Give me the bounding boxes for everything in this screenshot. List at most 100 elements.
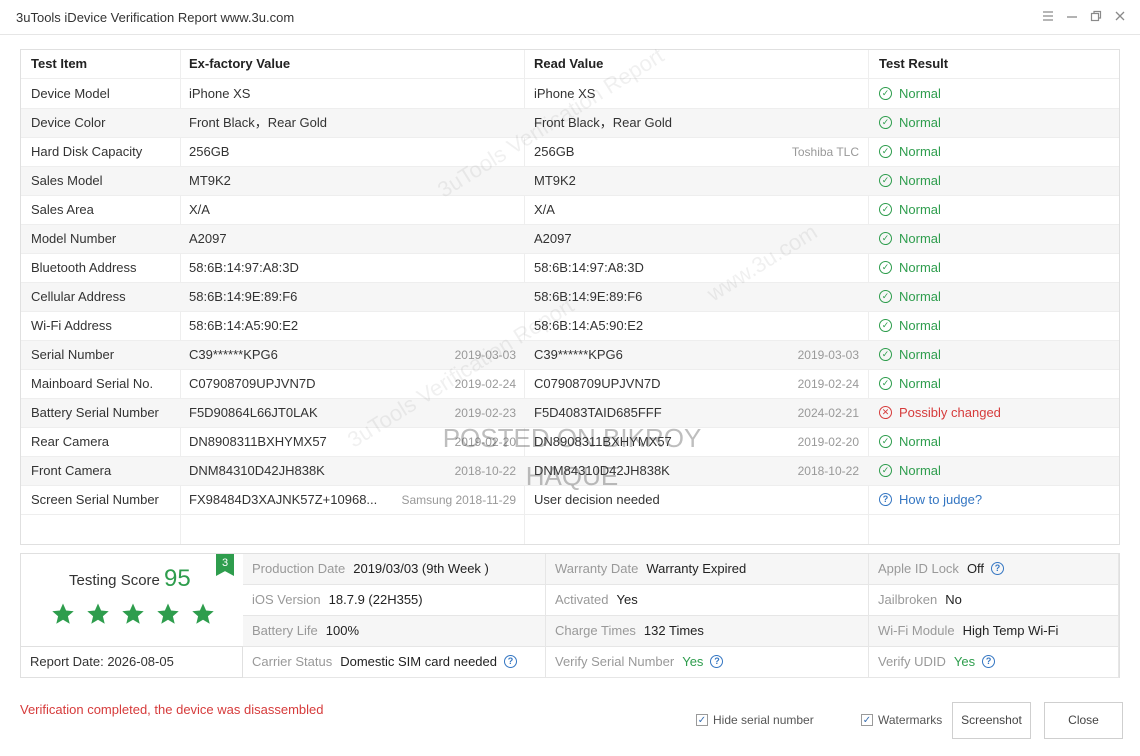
test-item-cell: Cellular Address — [31, 289, 126, 304]
test-result-cell: ✕ Possibly changed — [879, 399, 1119, 427]
header-read-value: Read Value — [534, 56, 604, 71]
table-row: Bluetooth Address 58:6B:14:97:A8:3D 58:6B:… — [21, 254, 1119, 283]
table-row: Mainboard Serial No. C07908709UPJVN7D 2019… — [21, 370, 1119, 399]
table-row: Screen Serial Number FX98484D3XAJNK57Z+10… — [21, 486, 1119, 515]
read-value-cell: Front Black，Rear Gold — [534, 115, 672, 130]
window-title: 3uTools iDevice Verification Report www.… — [16, 10, 295, 25]
restore-icon[interactable] — [1088, 9, 1104, 25]
test-item-cell: Device Color — [31, 115, 106, 130]
table-header: Test Item Ex-factory Value Read Value Te… — [21, 50, 1119, 79]
table-row: Hard Disk Capacity 256GB 256GB Toshiba TLC ✓… — [21, 138, 1119, 167]
table-row: Sales Area X/A X/A ✓ Normal — [21, 196, 1119, 225]
test-item-cell: Wi-Fi Address — [31, 318, 112, 333]
test-result-label[interactable]: How to judge? — [899, 492, 982, 507]
summary-field-value: Yes — [953, 654, 976, 669]
close-button[interactable]: Close — [1044, 702, 1123, 739]
star-icon — [52, 603, 74, 624]
summary-field-value: 132 Times — [643, 623, 704, 638]
minimize-icon[interactable] — [1064, 9, 1080, 25]
check-circle-icon: ✓ — [879, 145, 892, 159]
summary-field: Verify UDID Yes? — [869, 647, 1119, 678]
read-value-cell: 58:6B:14:9E:89:F6 — [534, 289, 643, 304]
header-test-result: Test Result — [879, 56, 949, 71]
test-result-label: Normal — [899, 144, 941, 159]
ex-factory-value-cell: 58:6B:14:A5:90:E2 — [189, 318, 299, 333]
test-result-cell: ✓ Normal — [879, 80, 1119, 108]
error-circle-icon: ✕ — [879, 406, 892, 420]
watermarks-checkbox[interactable]: ✓ Watermarks — [861, 713, 942, 727]
summary-field-label: Activated — [555, 592, 609, 607]
testing-score-value: 95 — [164, 565, 191, 592]
read-value-cell: 58:6B:14:97:A8:3D — [534, 260, 644, 275]
ex-factory-date: 2018-10-22 — [454, 464, 516, 478]
test-result-label: Normal — [899, 173, 941, 188]
table-row: Device Color Front Black，Rear Gold Front B… — [21, 109, 1119, 138]
summary-field: Verify Serial Number Yes? — [546, 647, 869, 678]
test-result-cell: ✓ Normal — [879, 312, 1119, 340]
summary-field-value: Yes — [616, 592, 638, 607]
watermarks-label: Watermarks — [878, 713, 943, 727]
ex-factory-value-cell: iPhone XS — [189, 86, 251, 101]
hide-serial-checkbox[interactable]: ✓ Hide serial number — [696, 713, 814, 727]
test-result-label: Normal — [899, 86, 941, 101]
table-row: Wi-Fi Address 58:6B:14:A5:90:E2 58:6B:14:A… — [21, 312, 1119, 341]
test-result-cell: ✓ Normal — [879, 138, 1119, 166]
help-icon[interactable]: ? — [504, 655, 517, 669]
read-value-cell: iPhone XS — [534, 86, 596, 101]
test-item-cell: Front Camera — [31, 463, 112, 478]
read-value-date: 2024-02-21 — [797, 406, 859, 420]
summary-field-value: 2019/03/03 (9th Week ) — [353, 561, 489, 576]
test-item-cell: Model Number — [31, 231, 117, 246]
check-circle-icon: ✓ — [879, 348, 892, 362]
test-item-cell: Bluetooth Address — [31, 260, 137, 275]
summary-field-label: iOS Version — [252, 592, 321, 607]
help-icon[interactable]: ? — [991, 562, 1005, 576]
check-circle-icon: ✓ — [879, 232, 892, 246]
test-result-label: Normal — [899, 463, 941, 478]
report-date: Report Date: 2026-08-05 — [21, 646, 243, 677]
star-icon — [157, 603, 179, 624]
menu-icon[interactable] — [1040, 9, 1056, 25]
check-circle-icon: ✓ — [879, 377, 892, 391]
ex-factory-date: 2019-02-23 — [454, 406, 516, 420]
test-result-cell[interactable]: ? How to judge? — [879, 486, 1119, 514]
screenshot-button[interactable]: Screenshot — [952, 702, 1031, 739]
ex-factory-value-cell: A2097 — [189, 231, 227, 246]
score-box: Testing Score 95 3 — [21, 554, 244, 646]
summary-field-label: Wi-Fi Module — [878, 623, 955, 638]
table-row: Front Camera DNM84310D42JH838K 2018-10-22 D… — [21, 457, 1119, 486]
checkbox-icon[interactable]: ✓ — [696, 713, 708, 726]
ex-factory-date: Samsung 2018-11-29 — [401, 493, 516, 507]
star-icon — [87, 603, 109, 624]
title-bar: 3uTools iDevice Verification Report www.… — [0, 0, 1140, 35]
score-badge: 3 — [216, 554, 234, 576]
checkbox-icon[interactable]: ✓ — [861, 713, 873, 726]
hide-serial-label: Hide serial number — [713, 713, 814, 727]
ex-factory-value-cell: 256GB — [189, 144, 230, 159]
test-result-cell: ✓ Normal — [879, 109, 1119, 137]
star-rating — [51, 602, 226, 629]
help-icon[interactable]: ? — [982, 655, 996, 669]
test-result-label: Normal — [899, 434, 941, 449]
star-icon — [122, 603, 144, 624]
ex-factory-value-cell: 58:6B:14:9E:89:F6 — [189, 289, 298, 304]
test-result-label: Normal — [899, 318, 941, 333]
read-value-date: Toshiba TLC — [791, 145, 859, 159]
summary-field: iOS Version 18.7.9 (22H355) — [243, 585, 546, 616]
test-result-cell: ✓ Normal — [879, 341, 1119, 369]
help-circle-icon: ? — [879, 493, 892, 507]
test-result-label: Normal — [899, 376, 941, 391]
read-value-date: 2018-10-22 — [797, 464, 859, 478]
check-circle-icon: ✓ — [879, 116, 892, 130]
test-result-label: Normal — [899, 289, 941, 304]
close-icon[interactable] — [1112, 9, 1128, 25]
test-result-cell: ✓ Normal — [879, 457, 1119, 485]
status-message: Verification completed, the device was d… — [20, 702, 324, 717]
summary-field-value: Warranty Expired — [646, 561, 747, 576]
test-item-cell: Rear Camera — [31, 434, 110, 449]
test-item-cell: Sales Model — [31, 173, 103, 188]
read-value-cell: MT9K2 — [534, 173, 576, 188]
test-item-cell: Hard Disk Capacity — [31, 144, 143, 159]
help-icon[interactable]: ? — [710, 655, 724, 669]
testing-score-label: Testing Score — [69, 572, 160, 589]
